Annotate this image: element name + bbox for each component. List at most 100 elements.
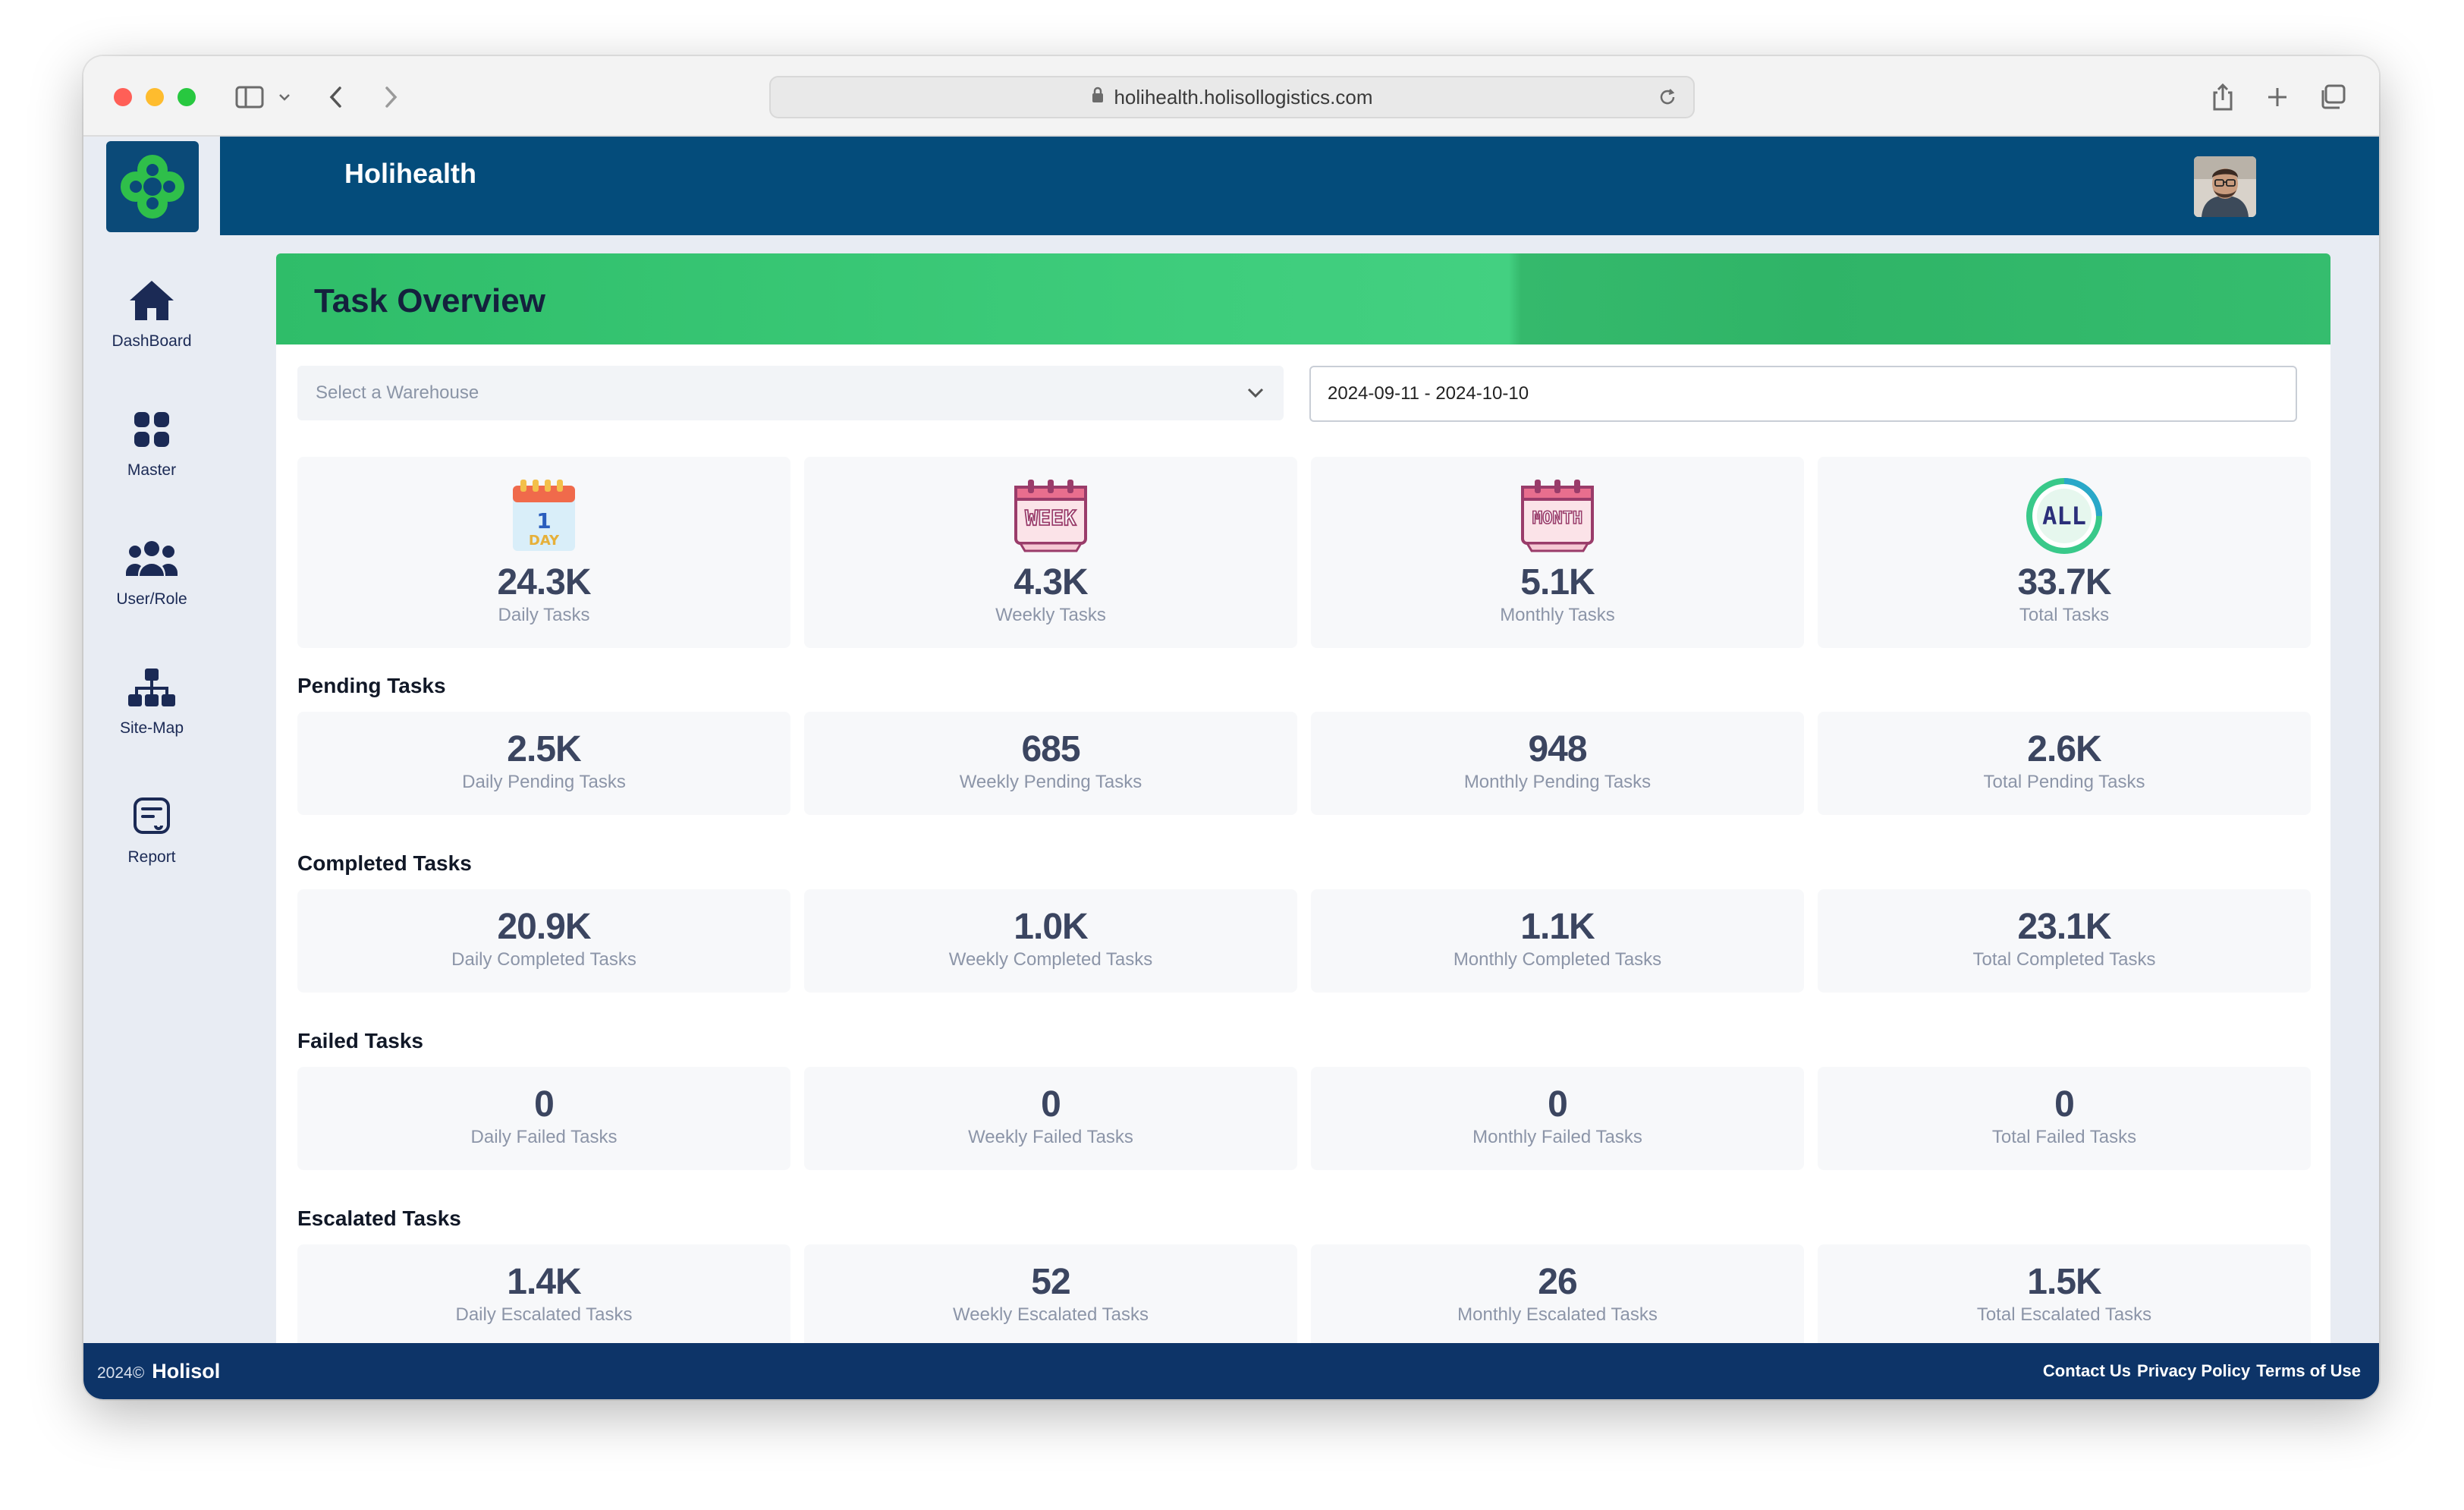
calendar-week-icon: WEEK (1011, 477, 1090, 555)
date-range-value: 2024-09-11 - 2024-10-10 (1328, 383, 1529, 404)
warehouse-select-placeholder: Select a Warehouse (316, 382, 479, 403)
stat-card: 0 Weekly Failed Tasks (804, 1067, 1297, 1170)
stat-value: 26 (1538, 1262, 1577, 1302)
sidebar-item-label: Site-Map (119, 719, 184, 737)
calendar-day-number: 1 (536, 508, 551, 533)
stat-value: 0 (534, 1084, 555, 1125)
calendar-week-text: WEEK (1025, 505, 1076, 530)
stat-label: Daily Pending Tasks (462, 772, 626, 792)
stat-value: 52 (1031, 1262, 1070, 1302)
stat-value: 1.5K (2027, 1262, 2101, 1302)
warehouse-select[interactable]: Select a Warehouse (297, 366, 1284, 420)
forward-arrow-icon[interactable] (379, 80, 402, 114)
sitemap-icon (128, 663, 175, 712)
stat-label: Monthly Failed Tasks (1472, 1127, 1642, 1147)
date-range-input[interactable]: 2024-09-11 - 2024-10-10 (1309, 366, 2297, 422)
app-title: Holihealth (344, 158, 477, 189)
sidebar-item-report[interactable]: Report (83, 792, 220, 883)
stat-card: 23.1K Total Completed Tasks (1818, 889, 2311, 993)
clover-logo-icon (121, 155, 184, 219)
stat-label: Monthly Escalated Tasks (1457, 1304, 1658, 1325)
stat-card: 0 Daily Failed Tasks (297, 1067, 790, 1170)
calendar-month-icon: MONTH (1518, 477, 1597, 555)
stat-value: 1.0K (1014, 907, 1088, 947)
main-content: Task Overview Select a Warehouse 2024-09… (220, 235, 2379, 1343)
stat-label: Daily Failed Tasks (470, 1127, 618, 1147)
privacy-policy-link[interactable]: Privacy Policy (2137, 1361, 2250, 1381)
stat-label: Weekly Failed Tasks (968, 1127, 1133, 1147)
close-window-button[interactable] (114, 88, 132, 106)
stat-label: Total Pending Tasks (1983, 772, 2145, 792)
monthly-tasks-label: Monthly Tasks (1500, 605, 1615, 625)
all-badge-icon: ALL (2025, 477, 2104, 555)
stat-value: 23.1K (2017, 907, 2111, 947)
calendar-day-icon: 1 DAY (510, 477, 578, 555)
user-avatar-icon (2194, 156, 2256, 217)
sidebar-item-label: DashBoard (112, 332, 192, 350)
stat-value: 685 (1021, 729, 1080, 769)
browser-window: holihealth.holisollogistics.com DashBoar… (83, 56, 2379, 1399)
chevron-down-icon[interactable] (276, 80, 293, 114)
stat-value: 1.1K (1520, 907, 1595, 947)
stat-card: 20.9K Daily Completed Tasks (297, 889, 790, 993)
contact-us-link[interactable]: Contact Us (2043, 1361, 2131, 1381)
stat-card: 0 Monthly Failed Tasks (1311, 1067, 1804, 1170)
footer-year: 2024© (97, 1364, 145, 1382)
maximize-window-button[interactable] (178, 88, 196, 106)
sidebar-item-label: Master (127, 461, 177, 479)
avatar[interactable] (2194, 156, 2256, 217)
new-tab-icon[interactable] (2262, 80, 2293, 114)
report-icon (133, 792, 171, 841)
sidebar-toggle-icon[interactable] (232, 80, 267, 114)
stat-label: Weekly Pending Tasks (959, 772, 1142, 792)
stat-card: 52 Weekly Escalated Tasks (804, 1244, 1297, 1343)
logo[interactable] (106, 141, 199, 232)
back-arrow-icon[interactable] (325, 80, 347, 114)
users-icon (126, 534, 178, 583)
stat-label: Total Escalated Tasks (1976, 1304, 2152, 1325)
sidebar-item-master[interactable]: Master (83, 405, 220, 496)
minimize-window-button[interactable] (146, 88, 164, 106)
monthly-tasks-card: MONTH 5.1K Monthly Tasks (1311, 457, 1804, 648)
stat-value: 948 (1528, 729, 1587, 769)
stat-card: 26 Monthly Escalated Tasks (1311, 1244, 1804, 1343)
app-header: Holihealth (220, 137, 2379, 235)
total-tasks-value: 33.7K (2017, 562, 2111, 602)
app-footer: 2024© Holisol Contact Us Privacy Policy … (83, 1343, 2379, 1399)
stat-value: 2.5K (507, 729, 581, 769)
stat-card: 1.0K Weekly Completed Tasks (804, 889, 1297, 993)
daily-tasks-label: Daily Tasks (498, 605, 590, 625)
task-overview-panel: Task Overview Select a Warehouse 2024-09… (276, 253, 2330, 1343)
stat-value: 20.9K (497, 907, 591, 947)
stat-label: Total Completed Tasks (1972, 949, 2156, 970)
stat-value: 2.6K (2027, 729, 2101, 769)
all-badge-text: ALL (2042, 502, 2086, 530)
section-title-pending: Pending Tasks (297, 674, 446, 697)
panel-header: Task Overview (276, 253, 2330, 344)
stat-card: 1.4K Daily Escalated Tasks (297, 1244, 790, 1343)
tab-overview-icon[interactable] (2317, 80, 2347, 114)
sidebar-item-dashboard[interactable]: DashBoard (83, 276, 220, 367)
address-bar[interactable]: holihealth.holisollogistics.com (769, 76, 1695, 118)
weekly-tasks-value: 4.3K (1014, 562, 1088, 602)
terms-of-use-link[interactable]: Terms of Use (2256, 1361, 2361, 1381)
stat-card: 948 Monthly Pending Tasks (1311, 712, 1804, 815)
sidebar-item-site-map[interactable]: Site-Map (83, 663, 220, 754)
calendar-day-text: DAY (529, 533, 560, 549)
reload-icon[interactable] (1657, 87, 1678, 113)
stat-card: 0 Total Failed Tasks (1818, 1067, 2311, 1170)
monthly-tasks-value: 5.1K (1520, 562, 1595, 602)
stat-value: 1.4K (507, 1262, 581, 1302)
stat-value: 0 (2054, 1084, 2075, 1125)
footer-copyright: 2024© Holisol (97, 1360, 220, 1383)
url-text: holihealth.holisollogistics.com (1114, 85, 1373, 109)
sidebar-item-user-role[interactable]: User/Role (83, 534, 220, 625)
grid-icon (134, 405, 170, 454)
stat-label: Daily Escalated Tasks (455, 1304, 633, 1325)
page-title: Task Overview (314, 282, 545, 319)
lock-icon (1091, 86, 1105, 109)
stat-label: Monthly Completed Tasks (1453, 949, 1662, 970)
share-icon[interactable] (2208, 80, 2238, 114)
home-icon (128, 276, 175, 325)
stat-label: Total Failed Tasks (1991, 1127, 2137, 1147)
